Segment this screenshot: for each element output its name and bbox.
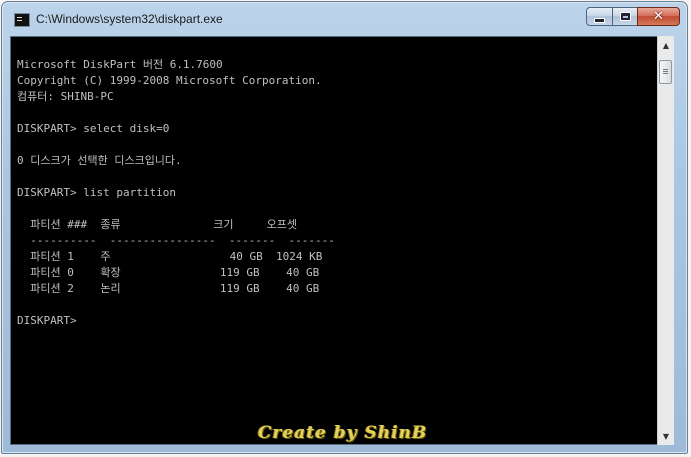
close-button[interactable]: ✕	[637, 7, 680, 26]
watermark-text: Create by ShinB	[258, 423, 428, 443]
vertical-scrollbar[interactable]: ▲ ▼	[657, 36, 674, 445]
minimize-button[interactable]	[586, 7, 612, 26]
maximize-button[interactable]	[612, 7, 637, 26]
console-line: DISKPART> select disk=0	[17, 122, 170, 135]
console-line: ---------- ---------------- ------- ----…	[17, 234, 335, 247]
maximize-icon	[620, 13, 630, 20]
console-line: 컴퓨터: SHINB-PC	[17, 90, 114, 103]
console-line: 파티션 0 확장 119 GB 40 GB	[17, 266, 320, 279]
console-line: 0 디스크가 선택한 디스크입니다.	[17, 154, 182, 167]
console-line: Microsoft DiskPart 버전 6.1.7600	[17, 58, 223, 71]
title-bar[interactable]: C:\Windows\system32\diskpart.exe ✕	[2, 2, 687, 36]
scroll-up-arrow-icon[interactable]: ▲	[659, 37, 673, 53]
console-line: 파티션 2 논리 119 GB 40 GB	[17, 282, 320, 295]
console-app-icon[interactable]	[14, 13, 30, 27]
caption-buttons: ✕	[586, 7, 680, 26]
console-line: 파티션 ### 종류 크기 오프셋	[17, 218, 298, 231]
scrollbar-thumb[interactable]	[659, 60, 672, 84]
console-line: 파티션 1 주 40 GB 1024 KB	[17, 250, 323, 263]
window-title: C:\Windows\system32\diskpart.exe	[36, 12, 223, 26]
console-output-area[interactable]: Microsoft DiskPart 버전 6.1.7600 Copyright …	[10, 36, 672, 445]
console-window: C:\Windows\system32\diskpart.exe ✕ Micro…	[1, 1, 688, 454]
minimize-icon	[595, 18, 604, 22]
console-line: Copyright (C) 1999-2008 Microsoft Corpor…	[17, 74, 322, 87]
close-icon: ✕	[653, 9, 664, 24]
scroll-down-arrow-icon[interactable]: ▼	[659, 428, 673, 444]
console-text: Microsoft DiskPart 버전 6.1.7600 Copyright …	[17, 57, 335, 329]
console-line: DISKPART> list partition	[17, 186, 176, 199]
console-prompt-line[interactable]: DISKPART>	[17, 313, 335, 329]
